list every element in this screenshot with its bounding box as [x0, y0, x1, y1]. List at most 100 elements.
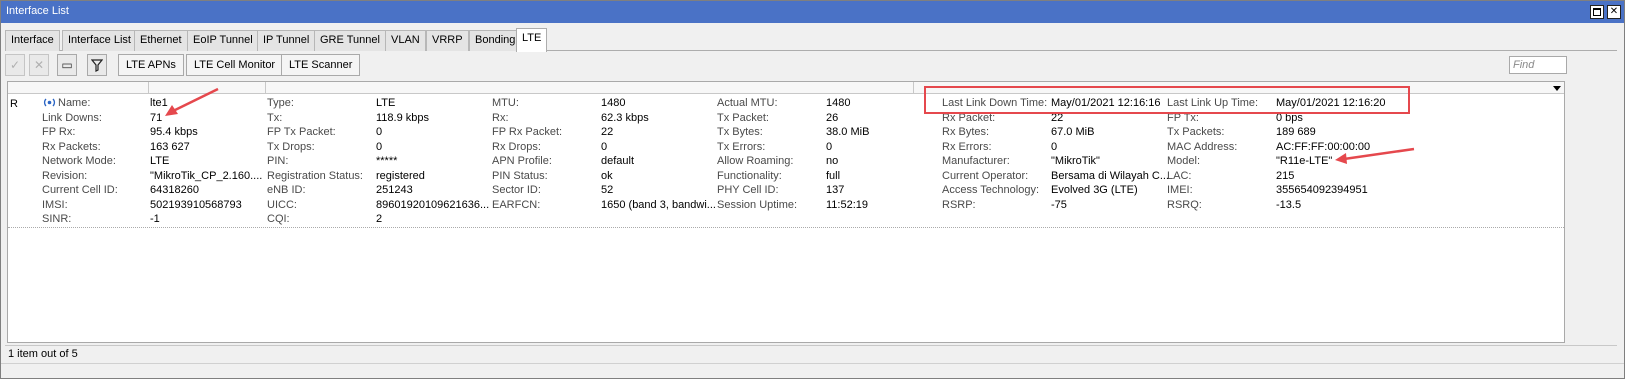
field-label: Manufacturer:	[942, 155, 1010, 167]
lte-scanner-button[interactable]: LTE Scanner	[281, 54, 361, 76]
column-header[interactable]	[8, 82, 1564, 94]
field-value: -1	[150, 213, 160, 225]
tab-gre-tunnel[interactable]: GRE Tunnel	[314, 30, 386, 51]
comment-icon[interactable]: ▭	[57, 54, 77, 76]
field-value: "MikroTik_CP_2.160....	[150, 169, 263, 182]
lte-cell-monitor-button[interactable]: LTE Cell Monitor	[186, 54, 284, 76]
find-input[interactable]: Find	[1509, 56, 1567, 74]
field-value: 0 bps	[1276, 111, 1303, 124]
field-label: MAC Address:	[1167, 140, 1238, 153]
field-label: Tx Bytes:	[717, 126, 763, 138]
field-label: UICC:	[267, 198, 297, 211]
field-value: 118.9 kbps	[376, 111, 430, 124]
tab-bar: Interface Interface List Ethernet EoIP T…	[5, 28, 1617, 52]
field-value: default	[601, 155, 635, 167]
field-label: IMSI:	[42, 198, 68, 211]
field-label: Revision:	[42, 169, 88, 182]
tab-interface[interactable]: Interface	[5, 30, 60, 51]
field-label: CQI:	[267, 213, 290, 225]
field-value: Bersama di Wilayah C...	[1051, 169, 1169, 182]
field-value: 2	[376, 213, 383, 225]
tab-bonding[interactable]: Bonding	[469, 30, 522, 51]
field-value: 38.0 MiB	[826, 126, 870, 138]
field-value: Evolved 3G (LTE)	[1051, 184, 1138, 196]
field-value: 95.4 kbps	[150, 126, 198, 138]
disable-icon[interactable]: ✕	[29, 54, 49, 76]
field-value: 0	[826, 140, 833, 153]
field-label: Tx Errors:	[717, 140, 766, 153]
field-label: RSRP:	[942, 198, 976, 211]
field-label: Current Cell ID:	[42, 184, 118, 196]
tab-ip-tunnel[interactable]: IP Tunnel	[257, 30, 316, 51]
lte-antenna-icon	[43, 98, 56, 107]
field-value: LTE	[376, 97, 396, 109]
field-value: -13.5	[1276, 198, 1302, 211]
field-label: Rx Packet:	[942, 111, 996, 124]
field-label: Type:	[267, 97, 294, 109]
funnel-icon	[90, 59, 104, 72]
field-label: Allow Roaming:	[717, 155, 794, 167]
field-label: Model:	[1167, 155, 1201, 167]
field-label: Access Technology:	[942, 184, 1040, 196]
field-value: 137	[826, 184, 845, 196]
field-label: MTU:	[492, 97, 519, 109]
field-label: Rx Drops:	[492, 140, 541, 153]
field-label: Tx:	[267, 111, 283, 124]
tab-ethernet[interactable]: Ethernet	[134, 30, 188, 51]
field-value: registered	[376, 169, 425, 182]
field-value: 22	[601, 126, 614, 138]
close-icon[interactable]: ✕	[1607, 5, 1621, 19]
field-label: eNB ID:	[267, 184, 306, 196]
field-value: 355654092394951	[1276, 184, 1368, 196]
table-row[interactable]: R Name: lte1 Link Downs: 71 FP Rx: 95.4 kbps R…	[8, 95, 1564, 228]
field-label: FP Tx:	[1167, 111, 1199, 124]
field-value: *****	[376, 155, 398, 167]
field-value: 62.3 kbps	[601, 111, 649, 124]
field-label: Functionality:	[717, 169, 782, 182]
maximize-icon[interactable]	[1590, 5, 1604, 19]
field-value: 189 689	[1276, 126, 1316, 138]
field-value: full	[826, 169, 841, 182]
field-value: 0	[601, 140, 608, 153]
tab-lte[interactable]: LTE	[516, 28, 548, 52]
field-value: ok	[601, 169, 613, 182]
field-value: 251243	[376, 184, 413, 196]
field-label: Link Downs:	[42, 111, 102, 124]
field-value: May/01/2021 12:16:20	[1276, 97, 1386, 109]
field-value: lte1	[150, 97, 168, 109]
tab-vrrp[interactable]: VRRP	[426, 30, 469, 51]
column-menu-icon[interactable]	[1553, 86, 1561, 91]
title-bar[interactable]: Interface List ✕	[1, 1, 1624, 23]
field-value: 52	[601, 184, 614, 196]
field-value: May/01/2021 12:16:16	[1051, 97, 1161, 109]
field-label: Sector ID:	[492, 184, 541, 196]
field-value: 71	[150, 111, 163, 124]
enable-icon[interactable]: ✓	[5, 54, 25, 76]
tab-vlan[interactable]: VLAN	[385, 30, 426, 51]
field-value: no	[826, 155, 839, 167]
field-value: 89601920109621636...	[376, 198, 490, 211]
field-label: Last Link Up Time:	[1167, 97, 1259, 109]
field-value: 1480	[601, 97, 626, 109]
field-label: Current Operator:	[942, 169, 1029, 182]
field-value: 1650 (band 3, bandwi...	[601, 198, 716, 211]
field-value: 215	[1276, 169, 1295, 182]
field-label: PIN Status:	[492, 169, 548, 182]
field-value: -75	[1051, 198, 1067, 211]
field-label: PHY Cell ID:	[717, 184, 779, 196]
field-label: APN Profile:	[492, 155, 552, 167]
tab-eoip-tunnel[interactable]: EoIP Tunnel	[187, 30, 259, 51]
lte-apns-button[interactable]: LTE APNs	[118, 54, 184, 76]
field-value: 0	[376, 126, 383, 138]
tab-interface-list[interactable]: Interface List	[62, 30, 137, 51]
field-label: Rx:	[492, 111, 509, 124]
field-label: IMEI:	[1167, 184, 1193, 196]
field-label: Rx Errors:	[942, 140, 992, 153]
status-bar: 1 item out of 5	[5, 345, 1617, 362]
field-label: Last Link Down Time:	[942, 97, 1048, 109]
interface-list-window: Interface List ✕ Interface Interface Lis…	[0, 0, 1625, 379]
field-label: Rx Bytes:	[942, 126, 990, 138]
field-label: LAC:	[1167, 169, 1192, 182]
filter-icon[interactable]	[87, 54, 107, 76]
field-label: EARFCN:	[492, 198, 541, 211]
